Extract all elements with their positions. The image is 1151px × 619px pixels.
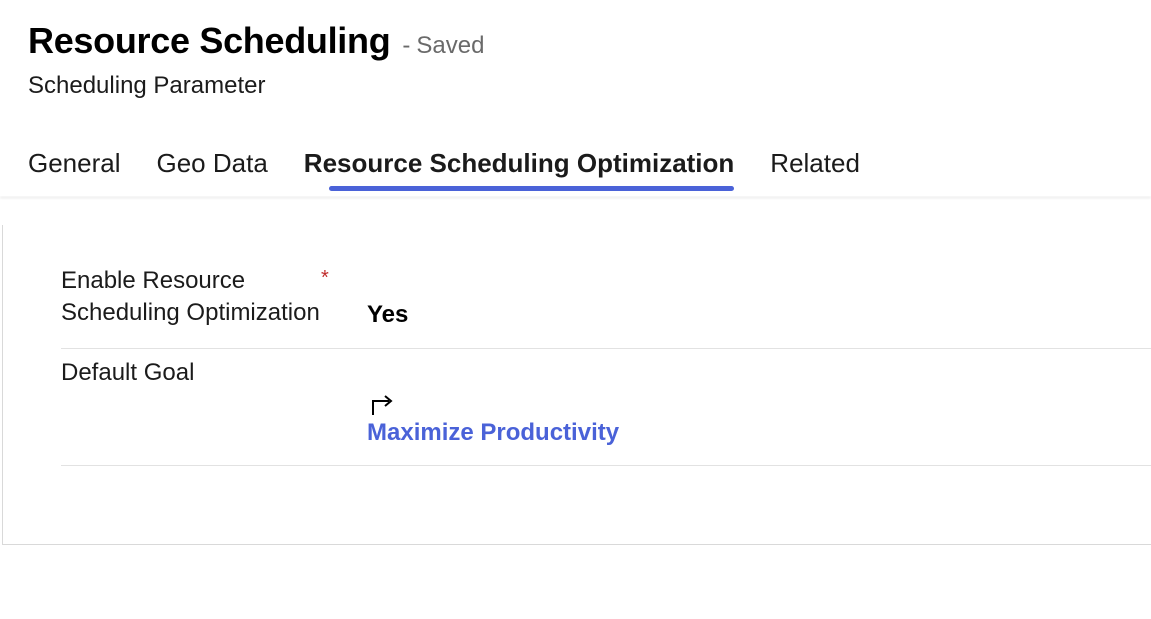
status-separator: - [402, 32, 410, 60]
form-panel: Enable Resource Scheduling Optimization … [2, 225, 1151, 545]
field-label-enable-rso: Enable Resource Scheduling Optimization [61, 265, 321, 330]
field-default-goal[interactable]: Default Goal Maximize Productivity [61, 349, 1151, 466]
field-value-enable-rso[interactable]: Yes [361, 265, 408, 329]
tab-related[interactable]: Related [770, 148, 860, 189]
save-status: Saved [416, 32, 484, 60]
field-enable-rso[interactable]: Enable Resource Scheduling Optimization … [61, 257, 1151, 349]
lookup-default-goal[interactable]: Maximize Productivity [367, 419, 619, 446]
header: Resource Scheduling - Saved [28, 20, 1151, 62]
flow-arrow-icon [367, 393, 619, 419]
required-indicator-empty [321, 357, 361, 359]
required-indicator: * [321, 265, 361, 290]
tab-divider [0, 195, 1151, 196]
panel-spacer [61, 466, 1151, 526]
tab-general[interactable]: General [28, 148, 121, 189]
field-label-default-goal: Default Goal [61, 357, 321, 389]
tab-geo-data[interactable]: Geo Data [157, 148, 268, 189]
tab-list: General Geo Data Resource Scheduling Opt… [28, 148, 1151, 189]
entity-type-label: Scheduling Parameter [28, 72, 1151, 100]
page-title: Resource Scheduling [28, 20, 390, 62]
tab-resource-scheduling-optimization[interactable]: Resource Scheduling Optimization [304, 148, 735, 189]
